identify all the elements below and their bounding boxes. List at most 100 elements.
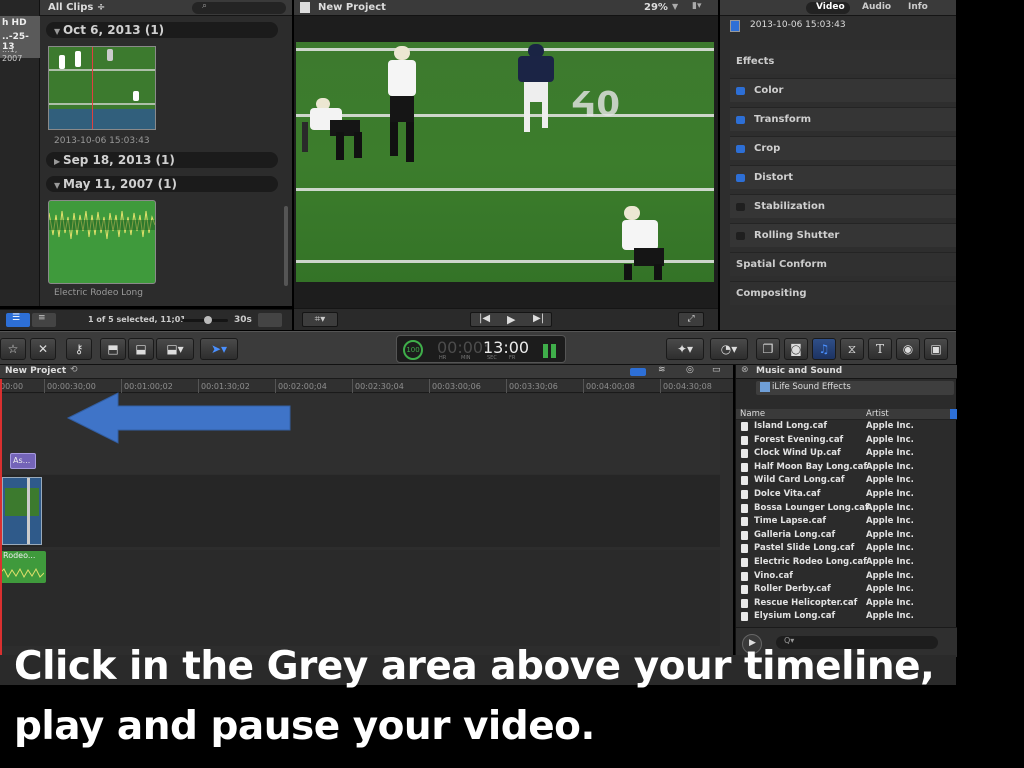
reject-button[interactable]: ✕: [30, 338, 56, 360]
solo-icon[interactable]: ◎: [686, 365, 694, 375]
list-item[interactable]: Pastel Slide Long.caf Apple Inc.: [736, 542, 957, 556]
music-source-list[interactable]: iLife Sound Effects: [756, 381, 954, 395]
themes-icon: ▣: [930, 342, 942, 356]
effect-row-rolling-shutter[interactable]: Rolling Shutter: [730, 223, 956, 247]
connect-clip-button[interactable]: ⬒: [100, 338, 126, 360]
titles-browser-button[interactable]: T: [868, 338, 892, 360]
list-item[interactable]: Time Lapse.caf Apple Inc.: [736, 515, 957, 529]
themes-browser-button[interactable]: ▣: [924, 338, 948, 360]
track-artist: Apple Inc.: [866, 597, 914, 608]
effect-enable-checkbox[interactable]: [736, 87, 745, 95]
primary-storyline[interactable]: [0, 475, 720, 547]
event-group-sep-18[interactable]: ▶ Sep 18, 2013 (1): [46, 152, 278, 168]
viewer-title: New Project: [318, 2, 386, 13]
list-item[interactable]: Clock Wind Up.caf Apple Inc.: [736, 447, 957, 461]
effect-enable-checkbox[interactable]: [736, 174, 745, 182]
list-item[interactable]: Wild Card Long.caf Apple Inc.: [736, 474, 957, 488]
list-item[interactable]: Vino.caf Apple Inc.: [736, 570, 957, 584]
transform-tool-button[interactable]: ⌗▾: [302, 312, 338, 327]
fullscreen-button[interactable]: ⤢: [678, 312, 704, 327]
clip-filter-menu[interactable]: All Clips ÷: [48, 2, 105, 13]
insert-clip-button[interactable]: ⬓: [128, 338, 154, 360]
event-group-may-11[interactable]: ▼ May 11, 2007 (1): [46, 176, 278, 192]
clip-skimming-toggle[interactable]: [630, 368, 646, 376]
player-lineman: [300, 98, 366, 162]
select-tool-button[interactable]: ➤▾: [200, 338, 238, 360]
effect-enable-checkbox[interactable]: [736, 116, 745, 124]
append-clip-button[interactable]: ⬓▾: [156, 338, 194, 360]
list-item[interactable]: Electric Rodeo Long.caf Apple Inc.: [736, 556, 957, 570]
column-name[interactable]: Name: [740, 409, 765, 419]
list-view-button[interactable]: ≡: [32, 313, 56, 327]
track-name: Wild Card Long.caf: [754, 475, 845, 486]
effect-enable-checkbox[interactable]: [736, 145, 745, 153]
favorite-button[interactable]: ☆: [0, 338, 26, 360]
track-artist: Apple Inc.: [866, 502, 914, 513]
list-item[interactable]: Rescue Helicopter.caf Apple Inc.: [736, 597, 957, 611]
effect-row-crop[interactable]: Crop: [730, 136, 956, 160]
event-group-oct-6[interactable]: ▼ Oct 6, 2013 (1): [46, 22, 278, 38]
spatial-conform-section[interactable]: Spatial Conform: [730, 252, 956, 276]
list-item[interactable]: Elysium Long.caf Apple Inc.: [736, 610, 957, 624]
effect-label: Stabilization: [754, 201, 825, 212]
browser-scrollbar[interactable]: [284, 206, 288, 286]
list-item[interactable]: Galleria Long.caf Apple Inc.: [736, 529, 957, 543]
ruler-tick: [660, 379, 661, 393]
previous-edit-icon[interactable]: |◀: [479, 313, 490, 324]
dashboard-timecode[interactable]: 100 00:00: 13:00 HR MIN SEC FR: [396, 335, 566, 363]
timeline-history-icon[interactable]: ⟲: [70, 365, 78, 375]
audio-skimming-icon[interactable]: ≋: [658, 365, 666, 375]
playhead[interactable]: [0, 379, 2, 685]
tab-video[interactable]: Video: [806, 2, 850, 14]
tab-audio[interactable]: Audio: [862, 2, 891, 12]
video-frame[interactable]: 0ᔭ: [296, 42, 714, 282]
list-item[interactable]: Forest Evening.caf Apple Inc.: [736, 434, 957, 448]
music-browser-button[interactable]: ♫: [812, 338, 836, 360]
audio-lane[interactable]: [0, 550, 720, 646]
enhancements-button[interactable]: ✦▾: [666, 338, 704, 360]
clip-zoom-slider[interactable]: [182, 316, 228, 324]
retime-button[interactable]: ◔▾: [710, 338, 748, 360]
effects-header-label: Effects: [736, 56, 775, 67]
photos-browser-button[interactable]: ◙: [784, 338, 808, 360]
list-item[interactable]: Island Long.caf Apple Inc.: [736, 420, 957, 434]
keyword-button[interactable]: ⚷: [66, 338, 92, 360]
viewer-zoom[interactable]: 29%: [644, 2, 668, 13]
generators-browser-button[interactable]: ◉: [896, 338, 920, 360]
video-clip[interactable]: [2, 477, 42, 545]
title-clip[interactable]: As...: [10, 453, 36, 469]
audio-clip[interactable]: Rodeo...: [0, 551, 46, 583]
list-item[interactable]: Roller Derby.caf Apple Inc.: [736, 583, 957, 597]
column-resize-handle[interactable]: [950, 409, 957, 419]
play-icon[interactable]: ▶: [507, 313, 515, 326]
effect-row-color[interactable]: Color: [730, 78, 956, 102]
effect-row-distort[interactable]: Distort: [730, 165, 956, 189]
close-icon[interactable]: ⊗: [741, 365, 749, 375]
compositing-section[interactable]: Compositing: [730, 281, 956, 305]
effect-row-transform[interactable]: Transform: [730, 107, 956, 131]
background-tasks-indicator[interactable]: 100: [403, 340, 423, 360]
next-edit-icon[interactable]: ▶|: [533, 313, 544, 324]
effect-enable-checkbox[interactable]: [736, 203, 745, 211]
slider-knob[interactable]: [204, 316, 212, 324]
viewer-options-icon[interactable]: ▮▾: [692, 1, 701, 11]
filmstrip-view-button[interactable]: ☰: [6, 313, 30, 327]
main-toolbar: ☆ ✕ ⚷ ⬒ ⬓ ⬓▾ ➤▾ 100 00:00: 13:00 HR MIN …: [0, 331, 956, 365]
clip-thumbnail-audio[interactable]: [48, 200, 156, 284]
column-artist[interactable]: Artist: [866, 409, 889, 419]
list-item[interactable]: Half Moon Bay Long.caf Apple Inc.: [736, 461, 957, 475]
effect-row-stabilization[interactable]: Stabilization: [730, 194, 956, 218]
effect-enable-checkbox[interactable]: [736, 232, 745, 240]
transitions-browser-button[interactable]: ⧖: [840, 338, 864, 360]
effects-browser-button[interactable]: ❐: [756, 338, 780, 360]
clip-thumbnail-football[interactable]: [48, 46, 156, 130]
title-clip-label: As...: [13, 456, 31, 465]
list-item[interactable]: Bossa Lounger Long.caf Apple Inc.: [736, 502, 957, 516]
timeline[interactable]: New Project ⟲ ≋ ◎ ▭ 00:00 00:00:30;00 00…: [0, 365, 733, 685]
snapping-icon[interactable]: ▭: [712, 365, 721, 375]
list-item[interactable]: Dolce Vita.caf Apple Inc.: [736, 488, 957, 502]
tab-info[interactable]: Info: [908, 2, 928, 12]
file-icon: [741, 544, 748, 554]
clip-appearance-button[interactable]: [258, 313, 282, 327]
browser-search-input[interactable]: ⌕: [192, 1, 286, 14]
